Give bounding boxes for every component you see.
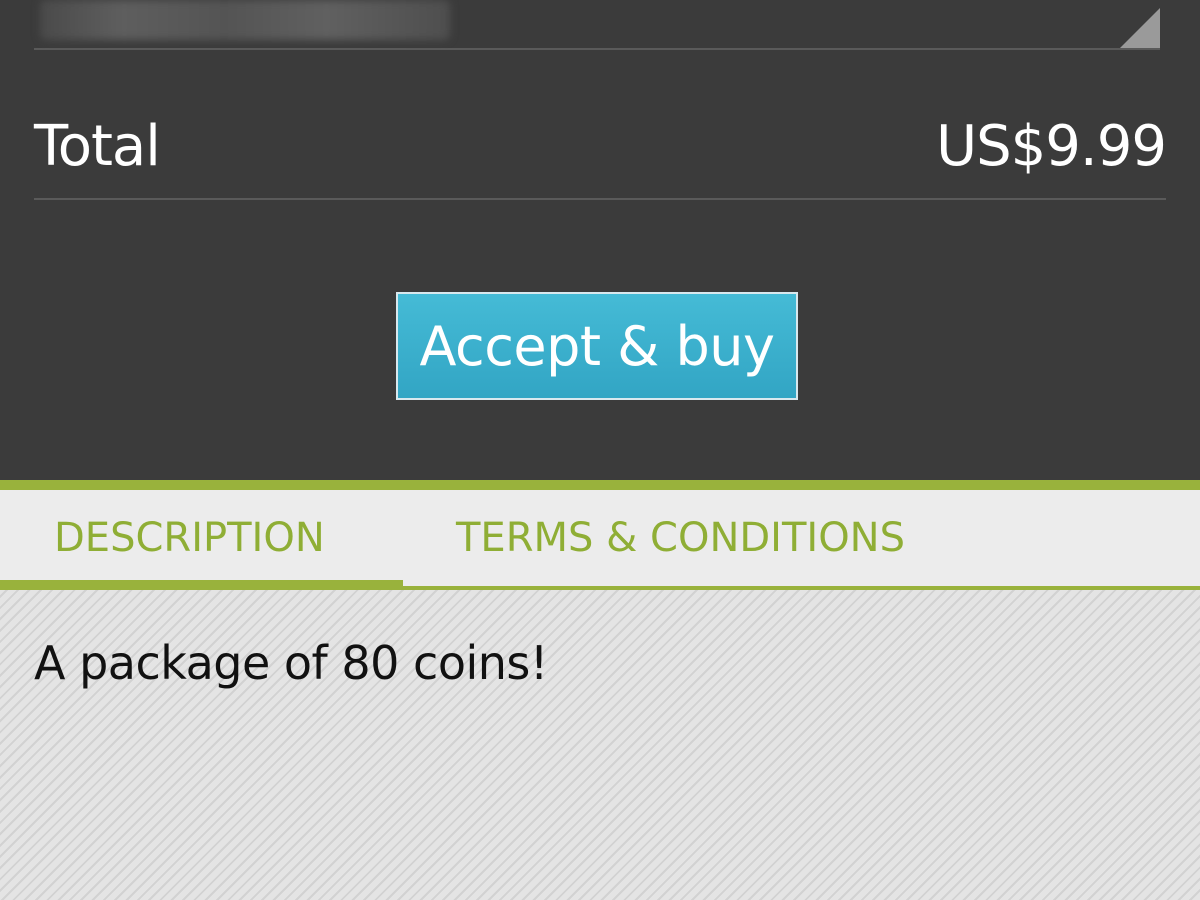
total-label: Total <box>34 114 161 179</box>
tab-description[interactable]: DESCRIPTION <box>54 490 325 586</box>
description-text: A package of 80 coins! <box>34 636 548 690</box>
account-value-redacted <box>40 0 450 40</box>
selected-tab-indicator <box>0 580 403 590</box>
accept-and-buy-button[interactable]: Accept & buy <box>396 292 798 400</box>
tab-terms-and-conditions[interactable]: TERMS & CONDITIONS <box>456 490 905 586</box>
purchase-dialog: Total US$9.99 Accept & buy DESCRIPTION T… <box>0 0 1200 900</box>
spinner-corner-icon <box>1120 8 1160 48</box>
total-row: Total US$9.99 <box>34 96 1167 200</box>
total-price: US$9.99 <box>936 114 1167 179</box>
tab-bar: DESCRIPTION TERMS & CONDITIONS <box>0 490 1200 586</box>
description-panel: A package of 80 coins! <box>0 590 1200 900</box>
divider <box>0 480 1200 490</box>
purchase-panel: Total US$9.99 Accept & buy <box>0 0 1200 480</box>
account-spinner[interactable] <box>34 0 1160 50</box>
